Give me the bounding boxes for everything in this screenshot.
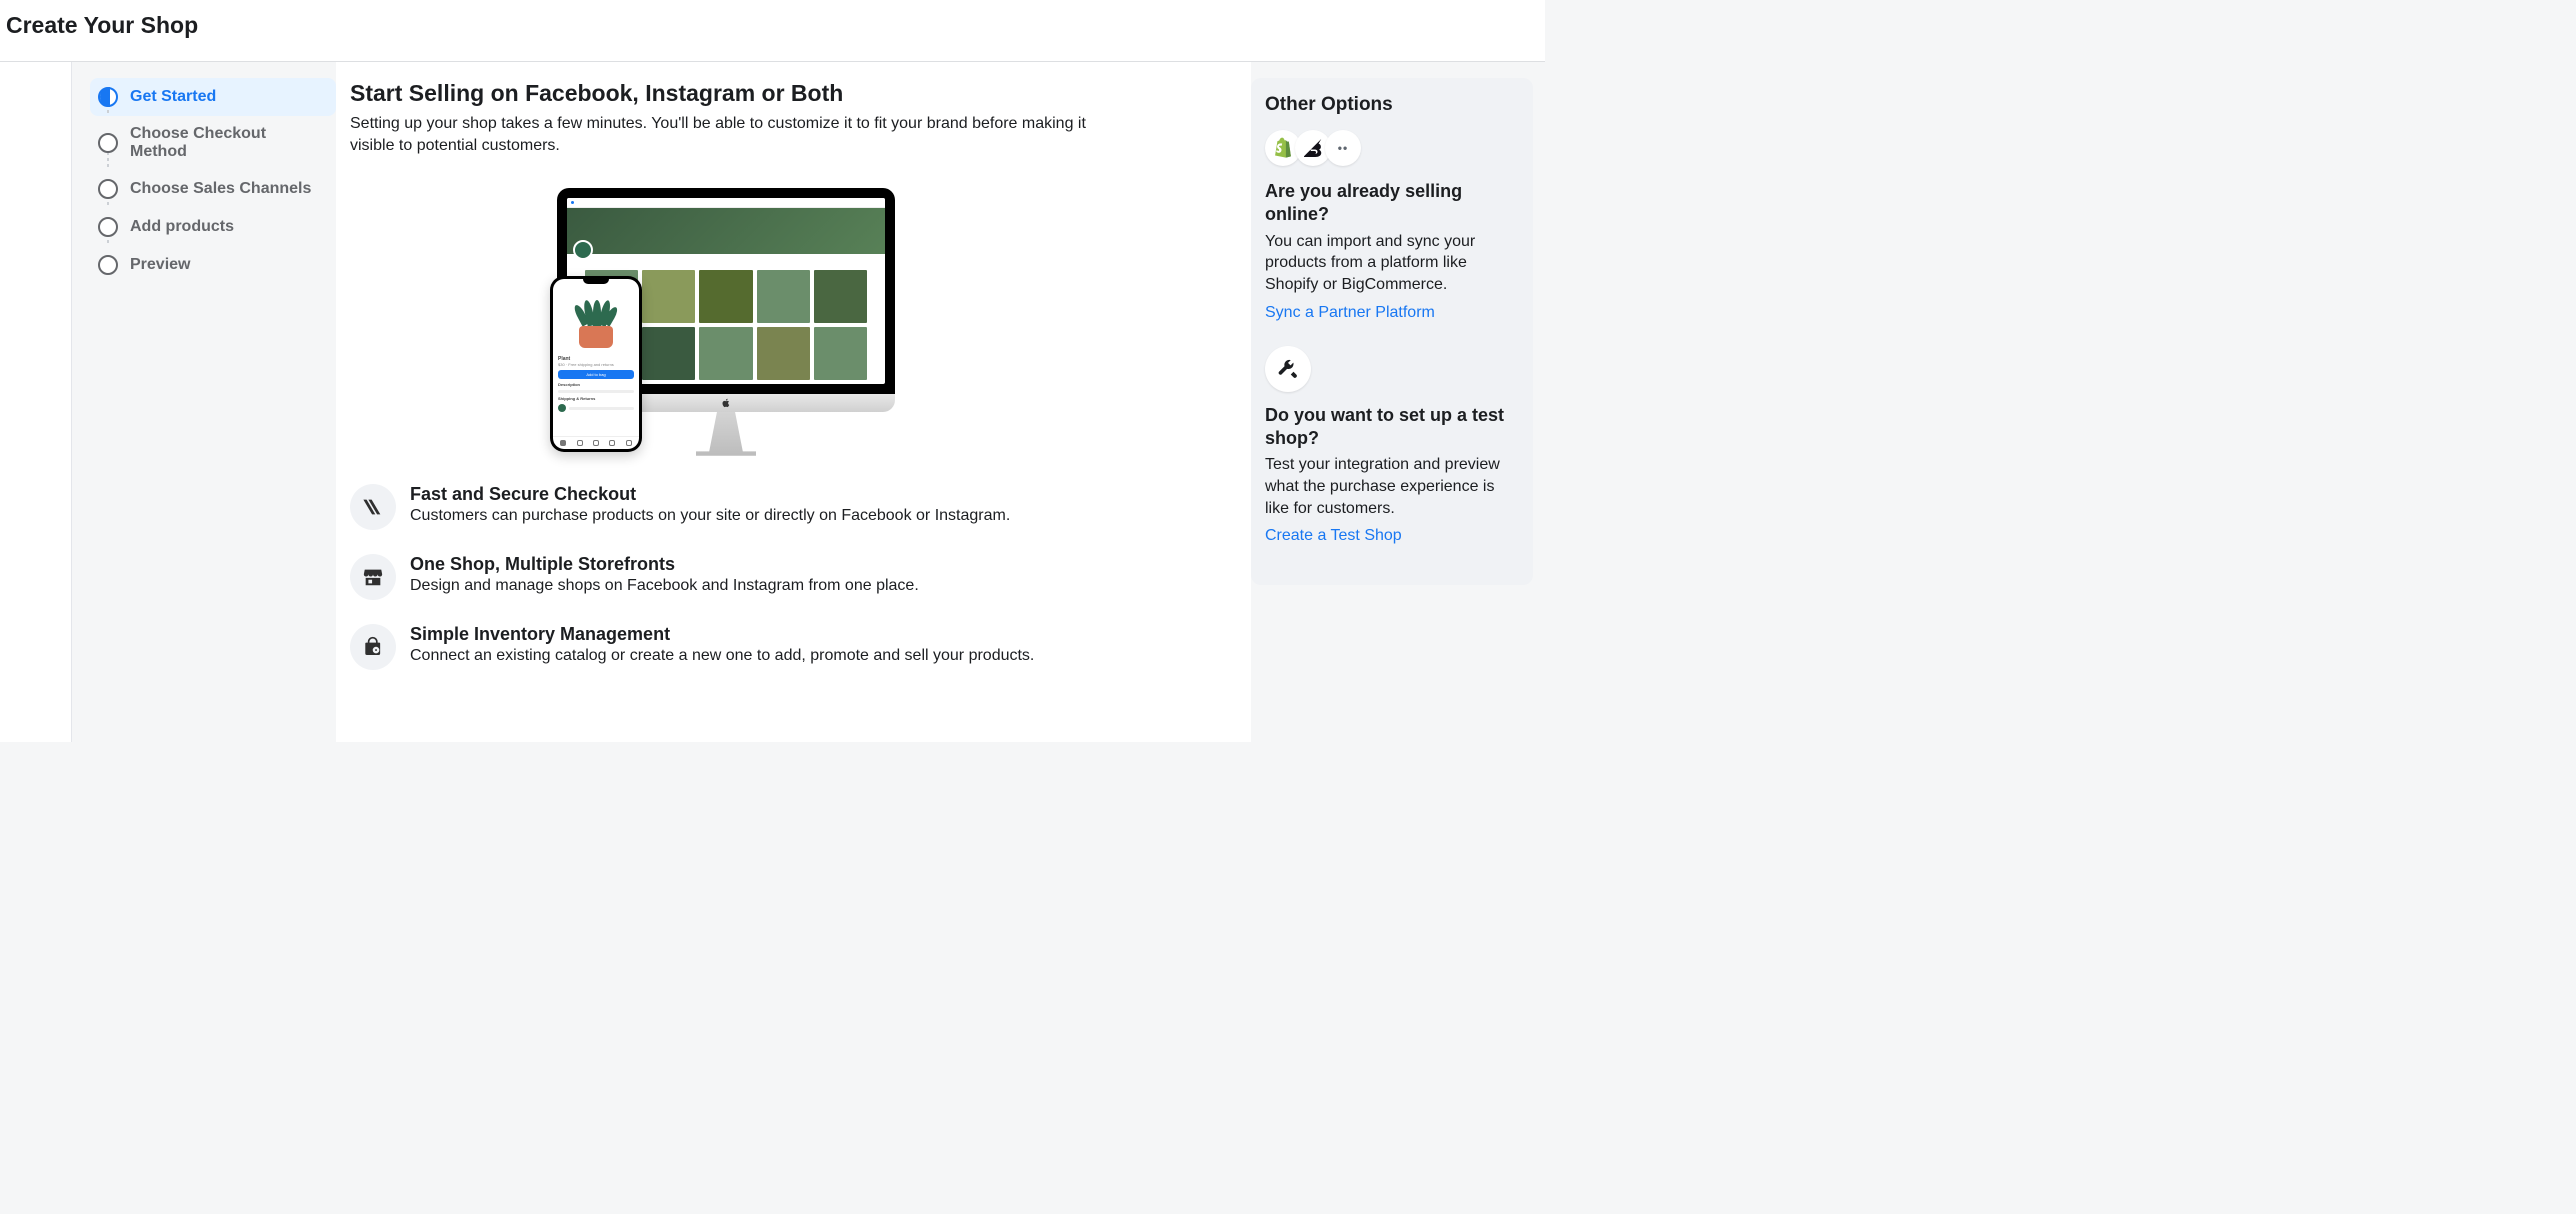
step-label: Choose Checkout Method bbox=[130, 125, 326, 161]
page-title: Create Your Shop bbox=[6, 12, 1539, 39]
feature-desc: Connect an existing catalog or create a … bbox=[410, 647, 1034, 665]
left-gutter bbox=[0, 62, 72, 742]
step-indicator-icon bbox=[98, 133, 118, 153]
test-shop-title: Do you want to set up a test shop? bbox=[1265, 404, 1519, 451]
step-indicator-icon bbox=[98, 255, 118, 275]
step-preview[interactable]: Preview bbox=[90, 246, 336, 284]
step-indicator-icon bbox=[98, 217, 118, 237]
partner-logos: •• bbox=[1265, 130, 1519, 166]
partner-block: Are you already selling online? You can … bbox=[1265, 180, 1519, 322]
bag-icon bbox=[350, 624, 396, 670]
partner-title: Are you already selling online? bbox=[1265, 180, 1519, 227]
test-shop-desc: Test your integration and preview what t… bbox=[1265, 454, 1519, 519]
feature-inventory: Simple Inventory Management Connect an e… bbox=[350, 624, 1102, 670]
step-add-products[interactable]: Add products bbox=[90, 208, 336, 246]
page-header: Create Your Shop bbox=[0, 0, 1545, 62]
create-test-shop-link[interactable]: Create a Test Shop bbox=[1265, 527, 1402, 544]
sync-partner-link[interactable]: Sync a Partner Platform bbox=[1265, 304, 1435, 321]
step-get-started[interactable]: Get Started bbox=[90, 78, 336, 116]
feature-title: One Shop, Multiple Storefronts bbox=[410, 554, 919, 575]
feature-title: Fast and Secure Checkout bbox=[410, 484, 1010, 505]
partner-desc: You can import and sync your products fr… bbox=[1265, 231, 1519, 296]
main-content: Start Selling on Facebook, Instagram or … bbox=[336, 62, 1116, 742]
feature-title: Simple Inventory Management bbox=[410, 624, 1034, 645]
step-indicator-icon bbox=[98, 179, 118, 199]
other-options-panel: Other Options •• Are you already selling… bbox=[1251, 78, 1533, 585]
card-icon bbox=[350, 484, 396, 530]
step-label: Preview bbox=[130, 256, 190, 274]
step-indicator-icon bbox=[98, 87, 118, 107]
main-subheading: Setting up your shop takes a few minutes… bbox=[350, 113, 1102, 158]
step-label: Get Started bbox=[130, 88, 216, 106]
tools-icon bbox=[1265, 346, 1311, 392]
hero-illustration: Plant $30 · Free shipping and returns Ad… bbox=[350, 176, 1102, 456]
step-choose-channels[interactable]: Choose Sales Channels bbox=[90, 170, 336, 208]
step-label: Choose Sales Channels bbox=[130, 180, 311, 198]
storefront-icon bbox=[350, 554, 396, 600]
feature-desc: Customers can purchase products on your … bbox=[410, 507, 1010, 525]
feature-desc: Design and manage shops on Facebook and … bbox=[410, 577, 919, 595]
setup-stepper: Get Started Choose Checkout Method Choos… bbox=[90, 62, 336, 742]
main-heading: Start Selling on Facebook, Instagram or … bbox=[350, 80, 1102, 107]
feature-storefronts: One Shop, Multiple Storefronts Design an… bbox=[350, 554, 1102, 600]
step-label: Add products bbox=[130, 218, 234, 236]
test-shop-block: Do you want to set up a test shop? Test … bbox=[1265, 404, 1519, 546]
phone-mock: Plant $30 · Free shipping and returns Ad… bbox=[550, 276, 642, 452]
step-choose-checkout[interactable]: Choose Checkout Method bbox=[90, 116, 336, 170]
feature-checkout: Fast and Secure Checkout Customers can p… bbox=[350, 484, 1102, 530]
more-platforms-icon: •• bbox=[1325, 130, 1361, 166]
other-options-heading: Other Options bbox=[1265, 94, 1519, 116]
